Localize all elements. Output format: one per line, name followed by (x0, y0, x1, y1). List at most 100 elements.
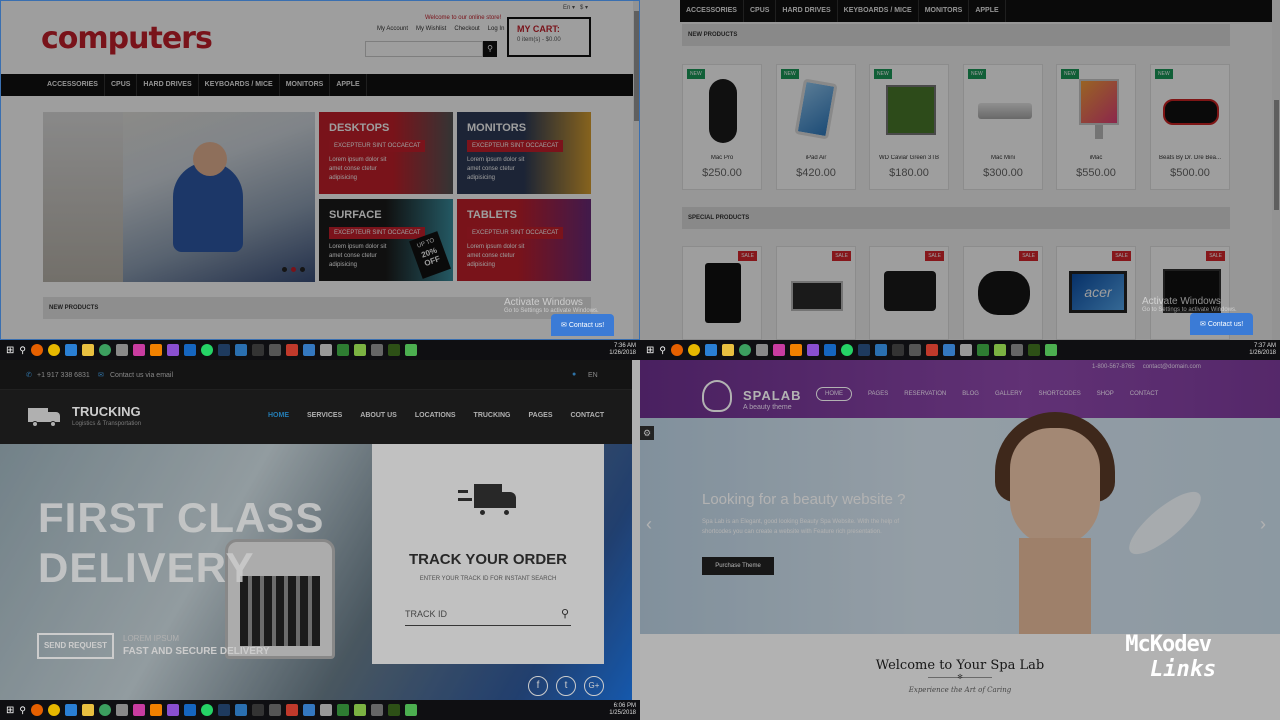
app-icon[interactable] (234, 344, 247, 356)
app-icon[interactable] (302, 344, 315, 356)
calculator-icon[interactable] (1010, 344, 1023, 356)
clock[interactable]: 7:36 AM 1/26/2018 (609, 343, 640, 357)
calculator-icon[interactable] (370, 344, 383, 356)
app-icon[interactable] (404, 704, 417, 716)
app-icon[interactable] (98, 704, 111, 716)
chrome-icon[interactable] (47, 344, 60, 356)
terminal-icon[interactable] (251, 344, 264, 356)
app-icon[interactable] (772, 344, 785, 356)
edge-icon[interactable] (64, 344, 77, 356)
nav-accessories[interactable]: ACCESSORIES (41, 74, 105, 96)
photoshop-icon[interactable] (857, 344, 870, 356)
whatsapp-icon[interactable] (200, 704, 213, 716)
email-link[interactable]: Contact us via email (110, 372, 173, 379)
app-icon[interactable] (1044, 344, 1057, 356)
app-icon[interactable] (285, 704, 298, 716)
clock[interactable]: 7:37 AM 1/26/2018 (1249, 343, 1280, 357)
sale-product-card[interactable]: SALE (963, 246, 1043, 340)
app-icon[interactable] (353, 704, 366, 716)
scrollbar[interactable] (632, 360, 640, 700)
lang-select[interactable]: EN (588, 372, 598, 379)
settings-gear-icon[interactable]: ⚙ (640, 426, 654, 440)
nav-apple[interactable]: APPLE (969, 0, 1006, 22)
facebook-icon[interactable]: f (528, 676, 548, 696)
app-icon[interactable] (319, 704, 332, 716)
sale-product-card[interactable]: SALE acer (1056, 246, 1136, 340)
app-icon[interactable] (132, 704, 145, 716)
track-id-input[interactable]: TRACK ID ⚲ (405, 606, 571, 626)
my-wishlist-link[interactable]: My Wishlist (416, 26, 446, 32)
photoshop-icon[interactable] (217, 344, 230, 356)
app-icon[interactable] (285, 344, 298, 356)
app-icon[interactable] (302, 704, 315, 716)
search-icon[interactable]: ⚲ (19, 705, 26, 716)
nav-hard-drives[interactable]: HARD DRIVES (776, 0, 838, 22)
scrollbar[interactable] (633, 1, 639, 339)
outlook-icon[interactable] (823, 344, 836, 356)
nav-pages[interactable]: PAGES (868, 391, 888, 397)
contact-us-button[interactable]: ✉ Contact us! (551, 314, 615, 336)
nav-shortcodes[interactable]: SHORTCODES (1039, 391, 1081, 397)
app-icon[interactable] (874, 344, 887, 356)
outlook-icon[interactable] (183, 344, 196, 356)
start-icon[interactable]: ⊞ (6, 345, 14, 356)
product-card[interactable]: NEW Mac Pro $250.00 (682, 64, 762, 190)
nav-gallery[interactable]: GALLERY (995, 391, 1023, 397)
tile-surface[interactable]: SURFACE EXCEPTEUR SINT OCCAECAT Lorem ip… (319, 199, 453, 281)
product-card[interactable]: NEW Beats By Dr. Dre Bea... $500.00 (1150, 64, 1230, 190)
nav-accessories[interactable]: ACCESSORIES (680, 0, 744, 22)
slider-next-icon[interactable]: › (1260, 514, 1266, 535)
sale-product-card[interactable]: SALE (869, 246, 949, 340)
calculator-icon[interactable] (370, 704, 383, 716)
dreamweaver-icon[interactable] (387, 704, 400, 716)
terminal-icon[interactable] (891, 344, 904, 356)
edge-icon[interactable] (704, 344, 717, 356)
nav-monitors[interactable]: MONITORS (919, 0, 970, 22)
purchase-theme-button[interactable]: Purchase Theme (702, 557, 774, 575)
search-icon[interactable]: ⚲ (659, 345, 666, 356)
app-icon[interactable] (319, 344, 332, 356)
app-icon[interactable] (98, 344, 111, 356)
brand-name[interactable]: SPALAB (743, 388, 801, 403)
search-icon[interactable]: ⚲ (561, 607, 569, 620)
camera-icon[interactable] (755, 344, 768, 356)
search-button[interactable]: ⚲ (483, 41, 497, 57)
cart-box[interactable]: MY CART: 0 item(s) - $0.00 (507, 17, 591, 57)
nav-pages[interactable]: PAGES (529, 412, 553, 419)
camera-icon[interactable] (115, 344, 128, 356)
nav-blog[interactable]: BLOG (962, 391, 979, 397)
app-icon[interactable] (234, 704, 247, 716)
nav-cpus[interactable]: CPUS (744, 0, 777, 22)
google-plus-icon[interactable]: G+ (584, 676, 604, 696)
outlook-icon[interactable] (183, 704, 196, 716)
app-icon[interactable] (738, 344, 751, 356)
app-icon[interactable] (166, 344, 179, 356)
slider-dots[interactable] (282, 267, 305, 272)
search-icon[interactable]: ⚲ (19, 345, 26, 356)
app-icon[interactable] (353, 344, 366, 356)
nav-keyboards-mice[interactable]: KEYBOARDS / MICE (199, 74, 280, 96)
phone-number[interactable]: +1 917 338 6831 (37, 372, 90, 379)
firefox-icon[interactable] (670, 344, 683, 356)
scrollbar[interactable] (1272, 0, 1280, 340)
send-request-button[interactable]: SEND REQUEST (37, 633, 114, 659)
app-icon[interactable] (942, 344, 955, 356)
app-icon[interactable] (132, 344, 145, 356)
slider-prev-icon[interactable]: ‹ (646, 514, 652, 535)
app-icon[interactable] (959, 344, 972, 356)
explorer-icon[interactable] (721, 344, 734, 356)
nav-reservation[interactable]: RESERVATION (904, 391, 946, 397)
twitter-icon[interactable]: t (556, 676, 576, 696)
nav-contact[interactable]: CONTACT (571, 412, 605, 419)
nav-cpus[interactable]: CPUS (105, 74, 138, 96)
app-icon[interactable] (925, 344, 938, 356)
firefox-icon[interactable] (30, 344, 43, 356)
dreamweaver-icon[interactable] (387, 344, 400, 356)
app-icon[interactable] (336, 344, 349, 356)
chrome-icon[interactable] (687, 344, 700, 356)
top-email[interactable]: contact@domain.com (1143, 364, 1201, 370)
nav-apple[interactable]: APPLE (330, 74, 367, 96)
start-icon[interactable]: ⊞ (646, 345, 654, 356)
nav-home[interactable]: HOME (816, 387, 852, 401)
app-icon[interactable] (404, 344, 417, 356)
